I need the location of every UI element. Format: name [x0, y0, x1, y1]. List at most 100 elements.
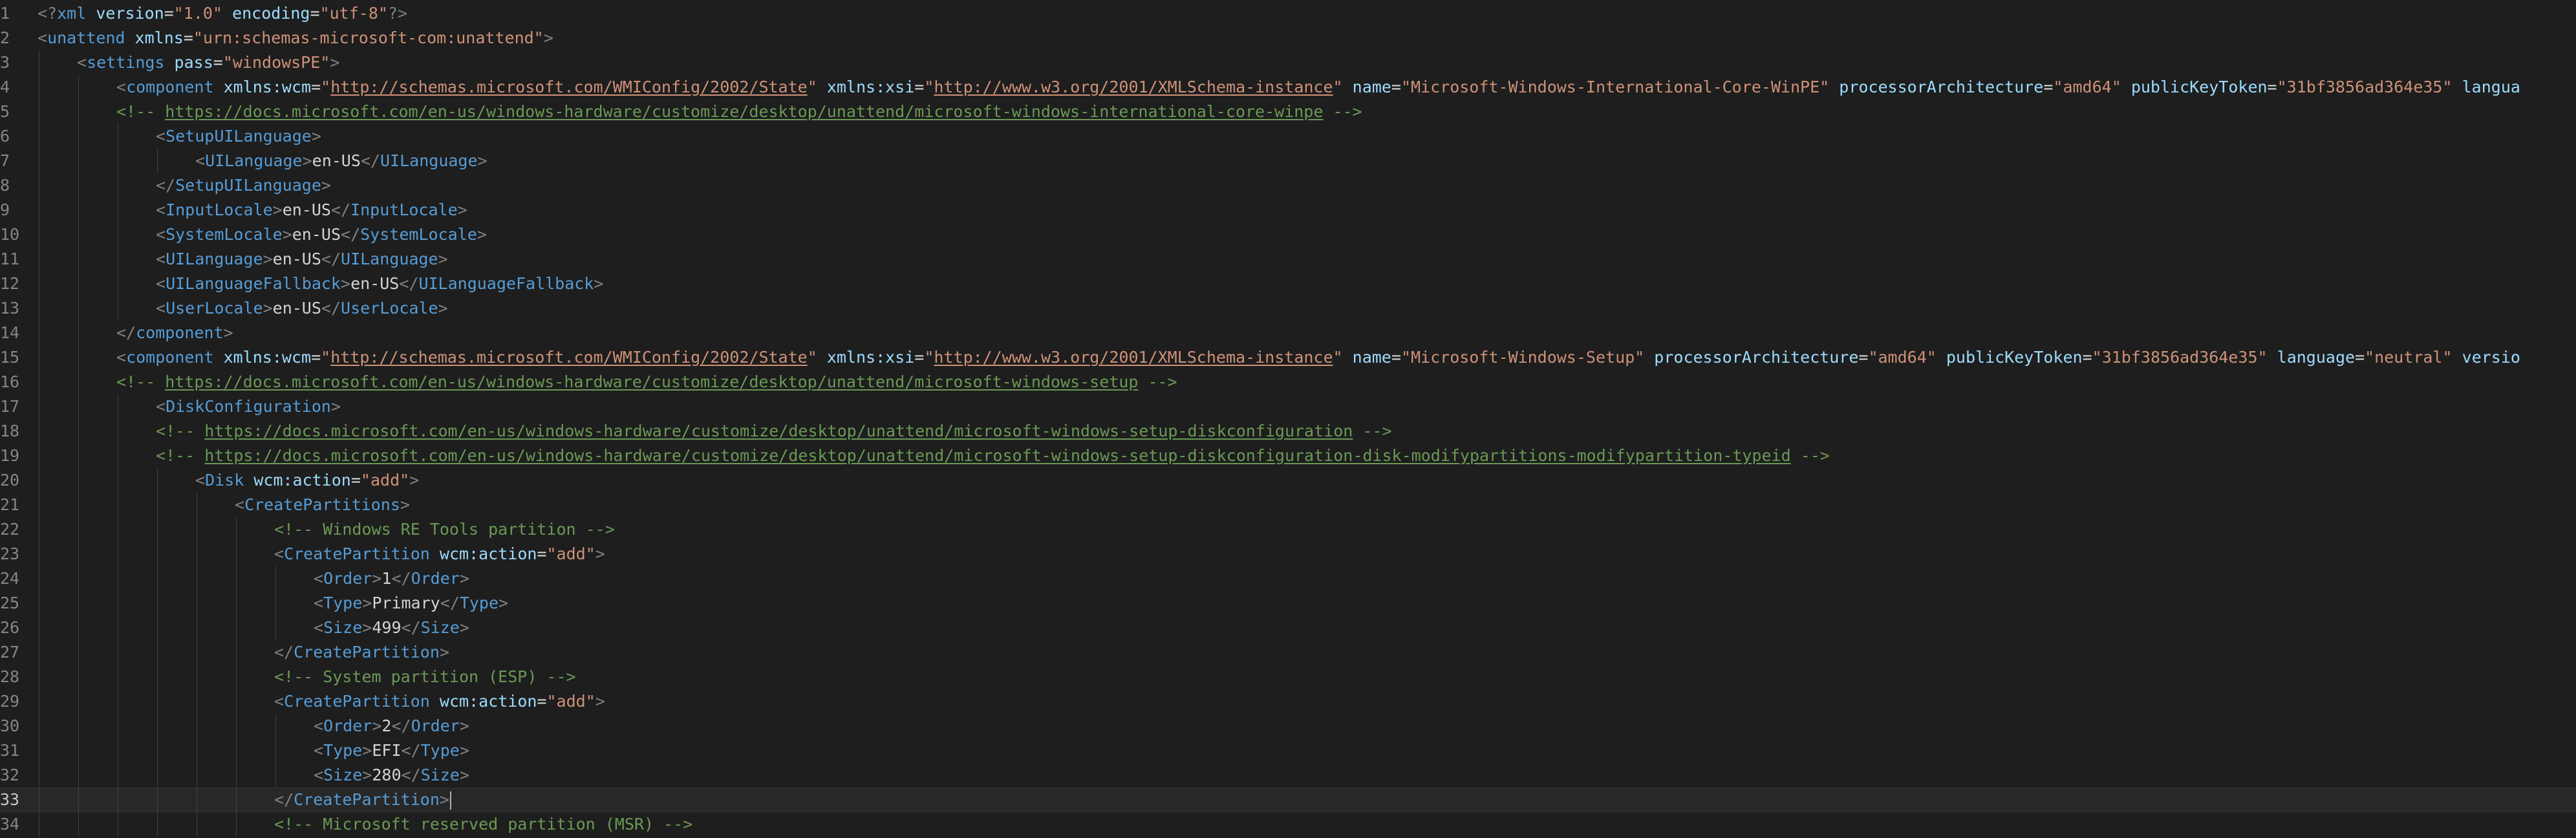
- code-content[interactable]: </CreatePartition>: [274, 640, 449, 665]
- code-line[interactable]: 30 <Order>2</Order>: [0, 714, 2576, 738]
- code-content[interactable]: <Size>499</Size>: [314, 616, 469, 640]
- comment-link[interactable]: https://docs.microsoft.com/en-us/windows…: [204, 422, 1353, 440]
- code-content[interactable]: <Size>280</Size>: [314, 763, 469, 788]
- line-number: 33: [0, 790, 20, 809]
- string-link[interactable]: http://www.w3.org/2001/XMLSchema-instanc…: [934, 78, 1333, 96]
- code-line[interactable]: 1 <?xml version="1.0" encoding="utf-8"?>: [0, 1, 2576, 26]
- code-content[interactable]: <SystemLocale>en-US</SystemLocale>: [156, 222, 487, 247]
- line-number: 2: [0, 28, 10, 47]
- attribute-name: publicKeyToken: [2131, 78, 2268, 96]
- code-line[interactable]: 27 </CreatePartition>: [0, 640, 2576, 665]
- code-line[interactable]: 23 <CreatePartition wcm:action="add">: [0, 542, 2576, 566]
- string-value: ": [924, 78, 934, 96]
- tag-name: UILanguageFallback: [418, 274, 594, 293]
- code-line[interactable]: 15 <component xmlns:wcm="http://schemas.m…: [0, 345, 2576, 370]
- attribute-name: name: [1352, 78, 1391, 96]
- attribute-name: processorArchitecture: [1839, 78, 2044, 96]
- punctuation: >: [362, 766, 372, 784]
- tag-name: component: [126, 78, 214, 96]
- code-content[interactable]: <Disk wcm:action="add">: [195, 468, 419, 493]
- code-line[interactable]: 32 <Size>280</Size>: [0, 763, 2576, 788]
- code-line[interactable]: 6 <SetupUILanguage>: [0, 124, 2576, 149]
- code-line[interactable]: 7 <UILanguage>en-US</UILanguage>: [0, 149, 2576, 173]
- code-line[interactable]: 14 </component>: [0, 321, 2576, 345]
- comment: <!--: [116, 102, 166, 121]
- code-content[interactable]: <!-- Windows RE Tools partition -->: [274, 517, 615, 542]
- code-line[interactable]: 31 <Type>EFI</Type>: [0, 738, 2576, 763]
- code-line[interactable]: 13 <UserLocale>en-US</UserLocale>: [0, 296, 2576, 321]
- code-line[interactable]: 4 <component xmlns:wcm="http://schemas.mi…: [0, 75, 2576, 100]
- code-line[interactable]: 18 <!-- https://docs.microsoft.com/en-us/…: [0, 419, 2576, 444]
- code-content[interactable]: <!-- https://docs.microsoft.com/en-us/wi…: [156, 444, 1830, 468]
- code-content[interactable]: <Order>2</Order>: [314, 714, 469, 738]
- code-line[interactable]: 19 <!-- https://docs.microsoft.com/en-us/…: [0, 444, 2576, 468]
- string-link[interactable]: http://schemas.microsoft.com/WMIConfig/2…: [330, 78, 808, 96]
- code-content[interactable]: <CreatePartitions>: [235, 493, 410, 517]
- code-line[interactable]: 11 <UILanguage>en-US</UILanguage>: [0, 247, 2576, 272]
- string-link[interactable]: http://www.w3.org/2001/XMLSchema-instanc…: [934, 348, 1333, 367]
- code-line[interactable]: 26 <Size>499</Size>: [0, 616, 2576, 640]
- code-line[interactable]: 22 <!-- Windows RE Tools partition -->: [0, 517, 2576, 542]
- code-content[interactable]: <!-- https://docs.microsoft.com/en-us/wi…: [156, 419, 1392, 444]
- tag-name: Order: [323, 569, 372, 588]
- code-line[interactable]: 29 <CreatePartition wcm:action="add">: [0, 689, 2576, 714]
- code-content[interactable]: </CreatePartition>: [274, 788, 452, 812]
- code-line[interactable]: 17 <DiskConfiguration>: [0, 394, 2576, 419]
- code-line[interactable]: 20 <Disk wcm:action="add">: [0, 468, 2576, 493]
- comment-link[interactable]: https://docs.microsoft.com/en-us/windows…: [204, 446, 1790, 465]
- code-content[interactable]: <!-- https://docs.microsoft.com/en-us/wi…: [116, 370, 1177, 394]
- code-content[interactable]: <UILanguage>en-US</UILanguage>: [156, 247, 448, 272]
- code-line[interactable]: 21 <CreatePartitions>: [0, 493, 2576, 517]
- code-content[interactable]: <component xmlns:wcm="http://schemas.mic…: [116, 75, 2520, 100]
- code-line[interactable]: 12 <UILanguageFallback>en-US</UILanguageF…: [0, 272, 2576, 296]
- string-value: ": [321, 348, 331, 367]
- code-content[interactable]: <Type>Primary</Type>: [314, 591, 508, 616]
- code-content[interactable]: <Order>1</Order>: [314, 566, 469, 591]
- code-line[interactable]: 5 <!-- https://docs.microsoft.com/en-us/w…: [0, 100, 2576, 124]
- code-content[interactable]: <Type>EFI</Type>: [314, 738, 469, 763]
- line-number: 8: [0, 176, 10, 195]
- code-editor[interactable]: 1 <?xml version="1.0" encoding="utf-8"?> 2…: [0, 0, 2576, 838]
- string-link[interactable]: http://schemas.microsoft.com/WMIConfig/2…: [330, 348, 808, 367]
- code-content[interactable]: <settings pass="windowsPE">: [77, 50, 339, 75]
- line-number: 10: [0, 225, 20, 244]
- code-line[interactable]: 9 <InputLocale>en-US</InputLocale>: [0, 198, 2576, 222]
- code-content[interactable]: <?xml version="1.0" encoding="utf-8"?>: [38, 1, 407, 26]
- code-content[interactable]: <UILanguageFallback>en-US</UILanguageFal…: [156, 272, 603, 296]
- punctuation: >: [595, 692, 605, 711]
- code-content[interactable]: <InputLocale>en-US</InputLocale>: [156, 198, 467, 222]
- code-content[interactable]: <UILanguage>en-US</UILanguage>: [195, 149, 488, 173]
- code-content[interactable]: <!-- System partition (ESP) -->: [274, 665, 576, 689]
- comment-link[interactable]: https://docs.microsoft.com/en-us/windows…: [165, 372, 1138, 391]
- tag-name: UserLocale: [166, 299, 263, 317]
- code-line[interactable]: 34 <!-- Microsoft reserved partition (MSR…: [0, 812, 2576, 837]
- code-line[interactable]: 8 </SetupUILanguage>: [0, 173, 2576, 198]
- code-content[interactable]: <UserLocale>en-US</UserLocale>: [156, 296, 448, 321]
- code-content[interactable]: <!-- Microsoft reserved partition (MSR) …: [274, 812, 692, 837]
- code-line[interactable]: 28 <!-- System partition (ESP) -->: [0, 665, 2576, 689]
- code-line[interactable]: 16 <!-- https://docs.microsoft.com/en-us/…: [0, 370, 2576, 394]
- code-line[interactable]: 24 <Order>1</Order>: [0, 566, 2576, 591]
- text-content: =: [1858, 348, 1869, 367]
- code-content[interactable]: <SetupUILanguage>: [156, 124, 321, 149]
- code-content[interactable]: <component xmlns:wcm="http://schemas.mic…: [116, 345, 2520, 370]
- comment-link[interactable]: https://docs.microsoft.com/en-us/windows…: [165, 102, 1323, 121]
- code-content[interactable]: <DiskConfiguration>: [156, 394, 341, 419]
- code-content[interactable]: </SetupUILanguage>: [156, 173, 331, 198]
- string-value: "utf-8": [319, 4, 388, 23]
- code-line[interactable]: 10 <SystemLocale>en-US</SystemLocale>: [0, 222, 2576, 247]
- code-line[interactable]: 33 </CreatePartition>: [0, 788, 2576, 812]
- line-number: 26: [0, 618, 20, 637]
- code-content[interactable]: </component>: [116, 321, 233, 345]
- comment: -->: [1138, 372, 1177, 391]
- code-content[interactable]: <unattend xmlns="urn:schemas-microsoft-c…: [38, 26, 553, 50]
- punctuation: </: [401, 741, 421, 760]
- text-content: en-US: [292, 225, 341, 244]
- code-line[interactable]: 3 <settings pass="windowsPE">: [0, 50, 2576, 75]
- code-content[interactable]: <CreatePartition wcm:action="add">: [274, 542, 605, 566]
- code-line[interactable]: 2 <unattend xmlns="urn:schemas-microsoft-…: [0, 26, 2576, 50]
- indent-guide: [78, 591, 79, 616]
- code-line[interactable]: 25 <Type>Primary</Type>: [0, 591, 2576, 616]
- code-content[interactable]: <CreatePartition wcm:action="add">: [274, 689, 605, 714]
- code-content[interactable]: <!-- https://docs.microsoft.com/en-us/wi…: [116, 100, 1362, 124]
